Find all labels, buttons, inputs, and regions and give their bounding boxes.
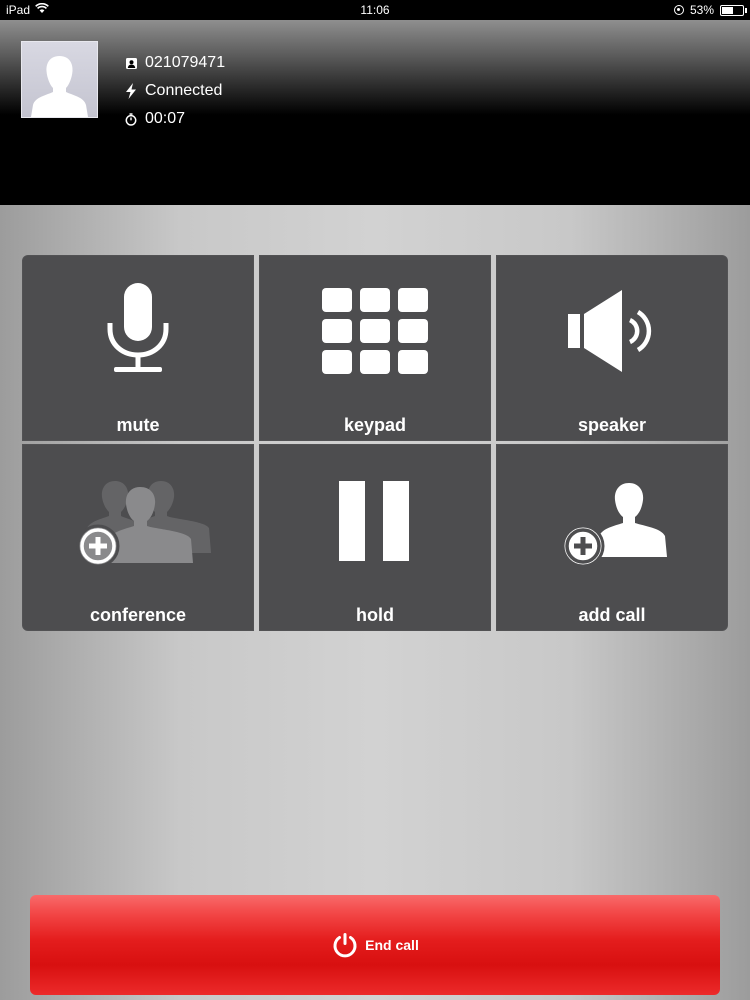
rotation-lock-icon xyxy=(673,5,684,15)
call-duration-row: 00:07 xyxy=(124,105,225,133)
add-call-label: add call xyxy=(578,605,646,625)
call-controls-panel: mute keypad speaker conference hold add … xyxy=(0,205,750,1000)
battery-fill xyxy=(722,6,733,14)
speaker-icon xyxy=(568,290,652,372)
keypad-label: keypad xyxy=(343,415,407,435)
pause-icon xyxy=(339,480,409,561)
default-avatar-icon xyxy=(31,56,88,117)
status-bar: iPad 11:06 53% xyxy=(0,0,750,20)
caller-info: 021079471 Connected 00:07 xyxy=(124,49,225,133)
hold-button[interactable]: hold xyxy=(259,444,491,631)
mute-button[interactable]: mute xyxy=(22,255,254,441)
mute-label: mute xyxy=(116,415,160,435)
call-header: 021079471 Connected 00:07 xyxy=(0,20,750,205)
speaker-button[interactable]: speaker xyxy=(496,255,728,441)
call-duration: 00:07 xyxy=(145,110,186,127)
lightning-icon xyxy=(124,83,138,99)
speaker-label: speaker xyxy=(577,415,647,435)
caller-number-row: 021079471 xyxy=(124,49,225,77)
conference-label: conference xyxy=(89,605,187,625)
contact-card-icon xyxy=(124,57,138,69)
microphone-icon xyxy=(107,283,169,372)
conference-icon xyxy=(76,480,211,567)
add-call-button[interactable]: add call xyxy=(496,444,728,631)
keypad-button[interactable]: keypad xyxy=(259,255,491,441)
call-status: Connected xyxy=(145,82,223,99)
battery-icon xyxy=(720,4,747,16)
caller-number: 021079471 xyxy=(145,54,226,71)
add-person-icon xyxy=(561,482,667,567)
avatar xyxy=(21,41,98,118)
end-call-label: End call xyxy=(365,937,419,953)
call-status-row: Connected xyxy=(124,77,225,105)
conference-button[interactable]: conference xyxy=(22,444,254,631)
battery-percent: 53% xyxy=(689,3,714,17)
keypad-icon xyxy=(322,288,428,374)
power-icon xyxy=(331,931,359,959)
status-time: 11:06 xyxy=(360,3,390,17)
control-grid: mute keypad speaker conference hold add … xyxy=(22,255,728,632)
status-right: 53% xyxy=(673,3,747,17)
hold-label: hold xyxy=(356,605,394,625)
stopwatch-icon xyxy=(124,112,138,126)
end-call-button[interactable]: End call xyxy=(30,895,720,995)
